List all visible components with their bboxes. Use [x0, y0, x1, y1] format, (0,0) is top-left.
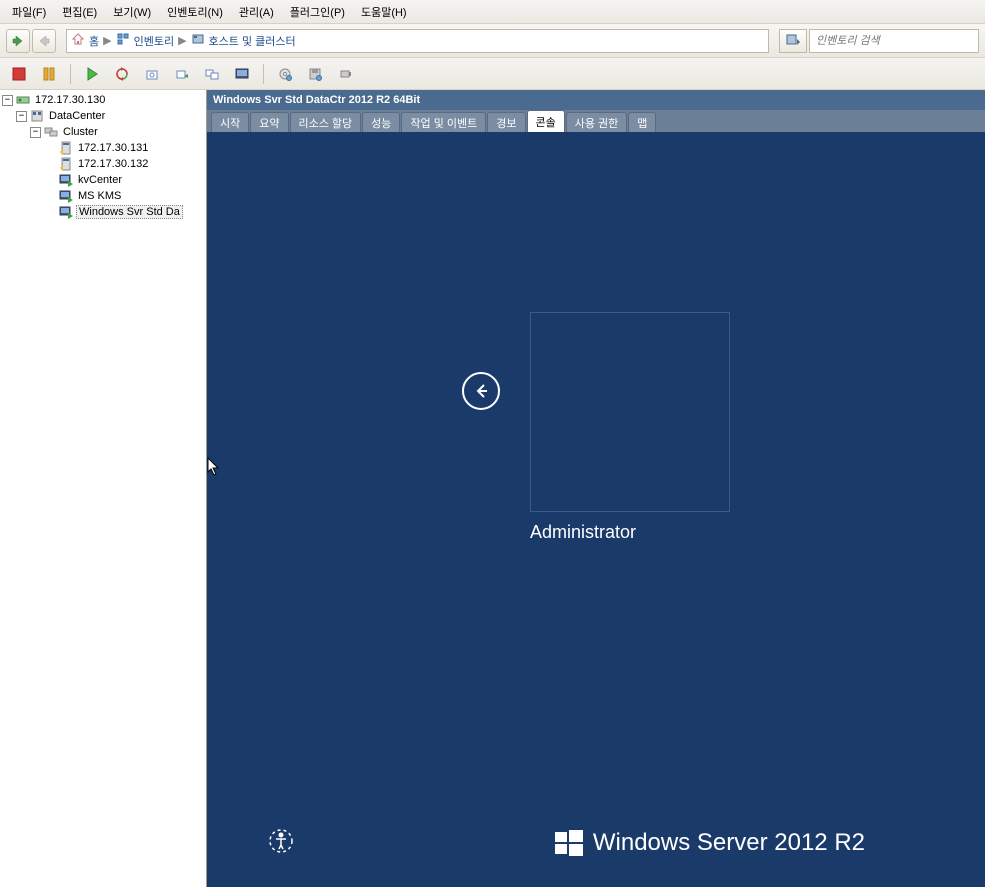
tab-alerts[interactable]: 경보 — [487, 112, 525, 132]
hosts-icon — [191, 32, 205, 49]
menu-plugins[interactable]: 플러그인(P) — [282, 0, 353, 24]
snapshot-button[interactable] — [141, 63, 163, 85]
content-panel: Windows Svr Std DataCtr 2012 R2 64Bit 시작… — [207, 90, 985, 887]
inventory-tree: − 172.17.30.130 − DataCenter − Cluster 1… — [0, 90, 207, 887]
tree-vm-mskms[interactable]: MS KMS — [0, 188, 206, 204]
user-tile[interactable]: Administrator — [530, 312, 730, 543]
tree-label: 172.17.30.130 — [33, 94, 107, 106]
brand-year: 2012 — [774, 829, 827, 856]
tab-bar: 시작 요약 리소스 할당 성능 작업 및 이벤트 경보 콘솔 사용 권한 맵 — [207, 110, 985, 132]
breadcrumb-separator: ▶ — [103, 34, 111, 47]
collapse-icon[interactable]: − — [16, 111, 27, 122]
tree-cluster[interactable]: − Cluster — [0, 124, 206, 140]
back-button[interactable] — [6, 29, 30, 53]
brand-text: Windows Server — [593, 829, 768, 856]
tab-maps[interactable]: 맵 — [628, 112, 656, 132]
content-title: Windows Svr Std DataCtr 2012 R2 64Bit — [207, 90, 985, 110]
refresh-button[interactable] — [111, 63, 133, 85]
tree-label: Windows Svr Std Da — [76, 205, 183, 219]
menu-inventory[interactable]: 인벤토리(N) — [159, 0, 231, 24]
breadcrumb-inventory[interactable]: 인벤토리 — [134, 33, 174, 49]
toolbar-separator — [70, 64, 71, 84]
tab-performance[interactable]: 성능 — [362, 112, 400, 132]
vm-console[interactable]: Administrator Windows Server 2012 R2 — [207, 132, 985, 887]
inventory-icon — [116, 32, 130, 49]
tab-resource[interactable]: 리소스 할당 — [290, 112, 362, 132]
search-input[interactable] — [809, 29, 979, 53]
pause-button[interactable] — [38, 63, 60, 85]
tab-tasks[interactable]: 작업 및 이벤트 — [401, 112, 486, 132]
back-login-button[interactable] — [462, 372, 500, 410]
play-button[interactable] — [81, 63, 103, 85]
cluster-icon — [43, 124, 59, 140]
navbar: 홈 ▶ 인벤토리 ▶ 호스트 및 클러스터 — [0, 24, 985, 58]
main-area: − 172.17.30.130 − DataCenter − Cluster 1… — [0, 90, 985, 887]
host-icon — [58, 156, 74, 172]
windows-server-brand: Windows Server 2012 R2 — [555, 829, 865, 857]
tree-label: MS KMS — [76, 190, 123, 202]
breadcrumb-hosts[interactable]: 호스트 및 클러스터 — [209, 33, 296, 49]
brand-r2: R2 — [834, 829, 865, 856]
vm-running-icon — [58, 204, 74, 220]
tab-permissions[interactable]: 사용 권한 — [566, 112, 628, 132]
vm-running-icon — [58, 188, 74, 204]
datacenter-icon — [29, 108, 45, 124]
tree-label: 172.17.30.131 — [76, 142, 150, 154]
snapshot-revert-button[interactable] — [171, 63, 193, 85]
connect-floppy-button[interactable] — [304, 63, 326, 85]
mouse-cursor — [207, 457, 223, 477]
tab-start[interactable]: 시작 — [211, 112, 249, 132]
user-avatar — [530, 312, 730, 512]
windows-logo-icon — [555, 829, 583, 857]
tree-vm-windows-svr[interactable]: Windows Svr Std Da — [0, 204, 206, 220]
search-scope-button[interactable] — [779, 29, 807, 53]
menu-help[interactable]: 도움말(H) — [353, 0, 415, 24]
tree-label: Cluster — [61, 126, 100, 138]
tree-datacenter[interactable]: − DataCenter — [0, 108, 206, 124]
vcenter-icon — [15, 92, 31, 108]
forward-button[interactable] — [32, 29, 56, 53]
tree-vcenter[interactable]: − 172.17.30.130 — [0, 92, 206, 108]
tree-label: kvCenter — [76, 174, 124, 186]
host-icon — [58, 140, 74, 156]
tree-vm-kvcenter[interactable]: kvCenter — [0, 172, 206, 188]
tree-host1[interactable]: 172.17.30.131 — [0, 140, 206, 156]
menu-edit[interactable]: 편집(E) — [54, 0, 105, 24]
snapshot-manager-button[interactable] — [201, 63, 223, 85]
breadcrumb: 홈 ▶ 인벤토리 ▶ 호스트 및 클러스터 — [66, 29, 769, 53]
tree-host2[interactable]: 172.17.30.132 — [0, 156, 206, 172]
login-area: Administrator — [462, 312, 730, 543]
menubar: 파일(F) 편집(E) 보기(W) 인벤토리(N) 관리(A) 플러그인(P) … — [0, 0, 985, 24]
toolbar-separator — [263, 64, 264, 84]
vm-running-icon — [58, 172, 74, 188]
breadcrumb-home[interactable]: 홈 — [89, 33, 99, 49]
connect-cd-button[interactable] — [274, 63, 296, 85]
collapse-icon[interactable]: − — [30, 127, 41, 138]
home-icon[interactable] — [71, 32, 85, 49]
tab-console[interactable]: 콘솔 — [527, 110, 565, 132]
breadcrumb-separator: ▶ — [178, 34, 186, 47]
stop-button[interactable] — [8, 63, 30, 85]
toolbar — [0, 58, 985, 90]
accessibility-icon[interactable] — [267, 827, 295, 855]
tab-summary[interactable]: 요약 — [250, 112, 288, 132]
tree-label: 172.17.30.132 — [76, 158, 150, 170]
console-button[interactable] — [231, 63, 253, 85]
menu-admin[interactable]: 관리(A) — [231, 0, 282, 24]
collapse-icon[interactable]: − — [2, 95, 13, 106]
tree-label: DataCenter — [47, 110, 107, 122]
menu-file[interactable]: 파일(F) — [4, 0, 54, 24]
menu-view[interactable]: 보기(W) — [105, 0, 159, 24]
connect-usb-button[interactable] — [334, 63, 356, 85]
user-name: Administrator — [530, 522, 730, 543]
